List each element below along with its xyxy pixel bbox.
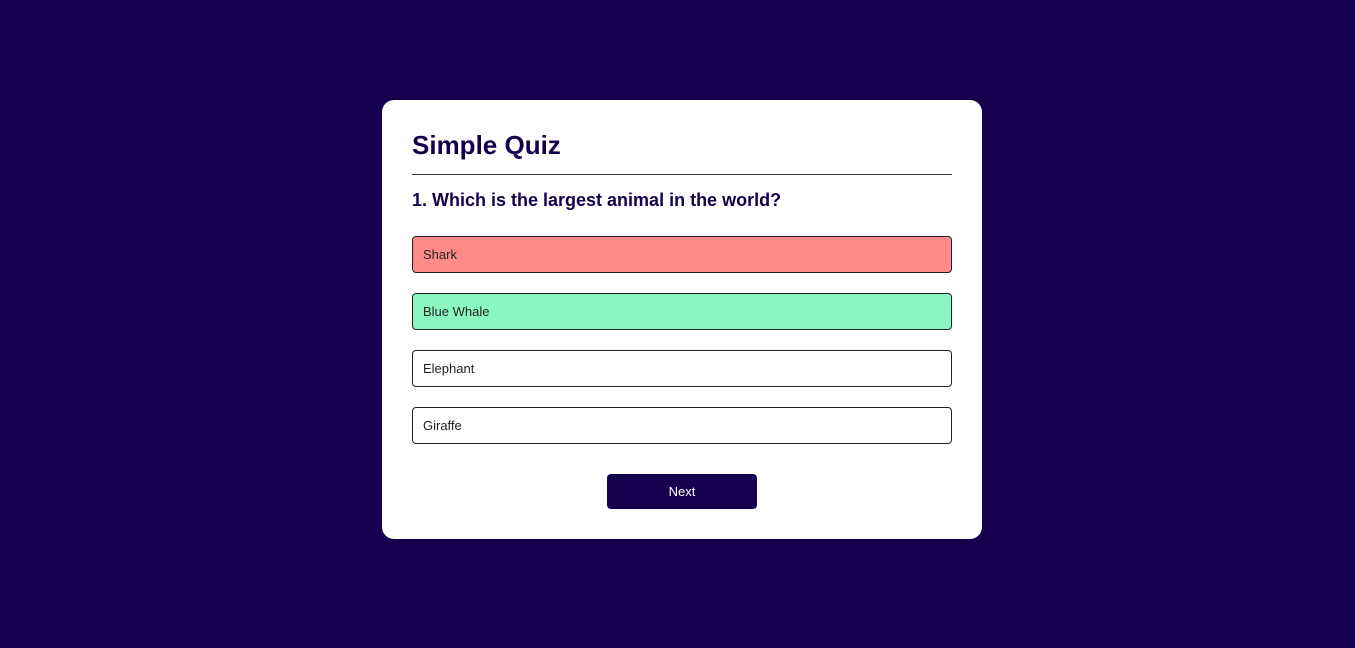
answer-button-blue-whale[interactable]: Blue Whale <box>412 293 952 330</box>
answer-button-shark[interactable]: Shark <box>412 236 952 273</box>
answer-list: Shark Blue Whale Elephant Giraffe <box>412 236 952 444</box>
answer-button-elephant[interactable]: Elephant <box>412 350 952 387</box>
next-button[interactable]: Next <box>607 474 757 509</box>
question-text: 1. Which is the largest animal in the wo… <box>412 190 782 210</box>
answer-button-giraffe[interactable]: Giraffe <box>412 407 952 444</box>
quiz-title: Simple Quiz <box>412 130 952 175</box>
quiz-card: Simple Quiz 1. Which is the largest anim… <box>382 100 982 539</box>
